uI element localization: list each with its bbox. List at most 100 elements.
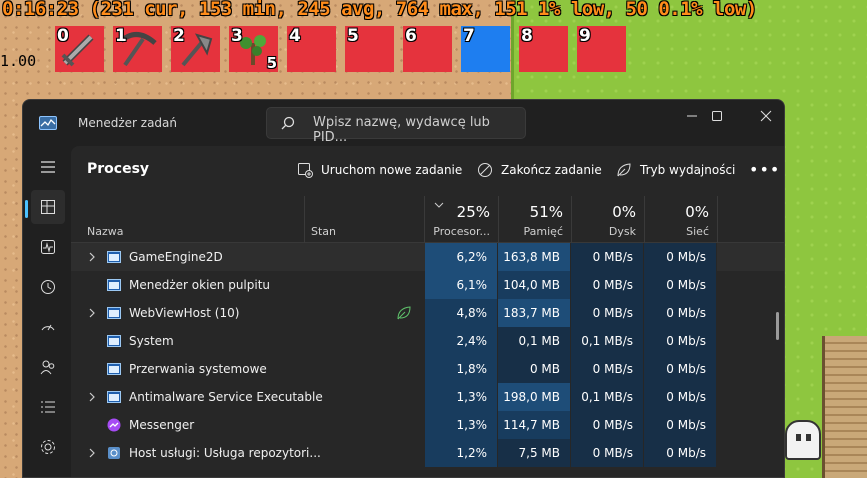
network-value: 0 Mb/s <box>644 411 717 439</box>
table-row[interactable]: Host usługi: Usługa repozytori... 1,2% 7,5… <box>71 439 784 467</box>
player-character <box>785 420 821 460</box>
hotbar-slot-5[interactable]: 5 <box>345 26 394 72</box>
leaf-icon <box>617 163 631 177</box>
nav-services[interactable] <box>31 430 65 464</box>
slot-count: 5 <box>266 54 277 72</box>
nav-performance[interactable] <box>31 230 65 264</box>
table-row[interactable]: WebViewHost (10) 4,8% 183,7 MB 0 MB/s 0 Mb/s <box>71 299 784 327</box>
hotbar-slot-6[interactable]: 6 <box>403 26 452 72</box>
processes-icon <box>41 200 55 214</box>
gear-icon <box>108 447 120 459</box>
process-name: GameEngine2D <box>129 250 223 264</box>
column-header-disk[interactable]: 0% Dysk <box>571 196 644 243</box>
more-options-button[interactable]: ••• <box>749 160 780 179</box>
title-bar[interactable]: Menedżer zadań Wpisz nazwę, wydawcę lub … <box>23 100 784 146</box>
side-navigation <box>23 146 71 477</box>
slot-number: 9 <box>579 26 591 46</box>
hotbar-slot-3[interactable]: 3 5 <box>229 26 278 72</box>
expand-chevron-icon[interactable] <box>88 251 96 263</box>
network-value: 0 Mb/s <box>644 383 717 411</box>
window-icon <box>107 391 121 403</box>
cpu-value: 2,4% <box>425 327 498 355</box>
users-icon <box>40 360 55 375</box>
column-header-name[interactable]: Nazwa <box>71 196 304 243</box>
search-icon <box>281 116 295 130</box>
slot-number: 1 <box>115 26 127 46</box>
column-header-memory[interactable]: 51% Pamięć <box>498 196 571 243</box>
table-row[interactable]: Przerwania systemowe 1,8% 0 MB 0 MB/s 0 Mb/s <box>71 355 784 383</box>
scrollbar-thumb[interactable] <box>776 312 779 340</box>
table-row[interactable]: System 2,4% 0,1 MB 0,1 MB/s 0 Mb/s <box>71 327 784 355</box>
expand-chevron-icon[interactable] <box>88 307 96 319</box>
hamburger-menu-button[interactable] <box>31 150 65 184</box>
run-new-task-label: Uruchom nowe zadanie <box>321 163 463 177</box>
run-new-task-button[interactable]: Uruchom nowe zadanie <box>297 160 462 180</box>
end-task-button[interactable]: Zakończ zadanie <box>477 160 602 180</box>
memory-value: 183,7 MB <box>498 299 571 327</box>
hotbar-slot-0[interactable]: 0 <box>55 26 104 72</box>
hotbar-slot-1[interactable]: 1 <box>113 26 162 72</box>
process-name: Przerwania systemowe <box>129 362 267 376</box>
memory-value: 0 MB <box>498 355 571 383</box>
nav-users[interactable] <box>31 350 65 384</box>
hotbar-slot-4[interactable]: 4 <box>287 26 336 72</box>
active-indicator <box>25 200 28 218</box>
table-row[interactable]: Antimalware Service Executable 1,3% 198,0 … <box>71 383 784 411</box>
page-title: Procesy <box>87 161 150 177</box>
search-input[interactable]: Wpisz nazwę, wydawcę lub PID... <box>266 107 526 145</box>
network-value: 0 Mb/s <box>644 299 717 327</box>
hotbar-slot-7[interactable]: 7 <box>461 26 510 72</box>
disk-value: 0 MB/s <box>571 299 644 327</box>
nav-processes[interactable] <box>31 190 65 224</box>
table-header: Nazwa Stan 25% Procesor... 51% Pamięć 0%… <box>71 196 784 243</box>
slot-number: 0 <box>57 26 69 46</box>
expand-chevron-icon[interactable] <box>88 391 96 403</box>
minimize-icon[interactable] <box>680 106 704 126</box>
cpu-value: 6,1% <box>425 271 498 299</box>
close-icon[interactable] <box>754 106 778 126</box>
column-header-status[interactable]: Stan <box>295 196 415 243</box>
nav-details[interactable] <box>31 390 65 424</box>
maximize-icon[interactable] <box>705 106 729 126</box>
end-task-label: Zakończ zadanie <box>501 163 602 177</box>
hotbar: 0 1 2 3 5 4 5 6 7 8 9 <box>55 26 626 72</box>
window-title: Menedżer zadań <box>78 116 177 130</box>
efficiency-mode-button[interactable]: Tryb wydajności <box>616 160 735 180</box>
hud-value: 1.00 <box>0 52 37 70</box>
memory-total: 51% <box>529 203 563 221</box>
network-value: 0 Mb/s <box>644 243 717 271</box>
process-name: Menedżer okien pulpitu <box>129 278 271 292</box>
disk-value: 0,1 MB/s <box>571 327 644 355</box>
disk-value: 0 MB/s <box>571 271 644 299</box>
toolbar: Procesy Uruchom nowe zadanie Zakończ zad… <box>71 146 784 192</box>
cpu-total: 25% <box>456 203 490 221</box>
disk-value: 0 MB/s <box>571 355 644 383</box>
hotbar-slot-8[interactable]: 8 <box>519 26 568 72</box>
column-label: Procesor... <box>433 225 490 238</box>
table-row[interactable]: Messenger 1,3% 114,7 MB 0 MB/s 0 Mb/s <box>71 411 784 439</box>
expand-chevron-icon[interactable] <box>88 447 96 459</box>
process-name: Host usługi: Usługa repozytori... <box>129 446 321 460</box>
cpu-value: 6,2% <box>425 243 498 271</box>
details-icon <box>41 401 55 413</box>
column-header-network[interactable]: 0% Sieć <box>644 196 717 243</box>
nav-startup[interactable] <box>31 310 65 344</box>
hotbar-slot-9[interactable]: 9 <box>577 26 626 72</box>
nav-app-history[interactable] <box>31 270 65 304</box>
slot-number: 7 <box>463 26 475 46</box>
services-icon <box>41 440 55 454</box>
memory-value: 114,7 MB <box>498 411 571 439</box>
column-header-cpu[interactable]: 25% Procesor... <box>425 196 498 243</box>
sort-chevron-icon <box>434 202 444 208</box>
process-name: System <box>129 334 174 348</box>
history-icon <box>41 280 55 294</box>
table-row[interactable]: GameEngine2D 6,2% 163,8 MB 0 MB/s 0 Mb/s <box>71 243 784 271</box>
efficiency-mode-label: Tryb wydajności <box>640 163 736 177</box>
fps-counter: 0:16:23 (231 cur, 153 min, 245 avg, 764 … <box>2 0 757 20</box>
table-row[interactable]: Menedżer okien pulpitu 6,1% 104,0 MB 0 MB/s… <box>71 271 784 299</box>
search-placeholder: Wpisz nazwę, wydawcę lub PID... <box>313 115 490 145</box>
network-value: 0 Mb/s <box>644 439 717 467</box>
hotbar-slot-2[interactable]: 2 <box>171 26 220 72</box>
efficiency-leaf-icon <box>397 306 411 320</box>
messenger-icon <box>107 418 121 432</box>
